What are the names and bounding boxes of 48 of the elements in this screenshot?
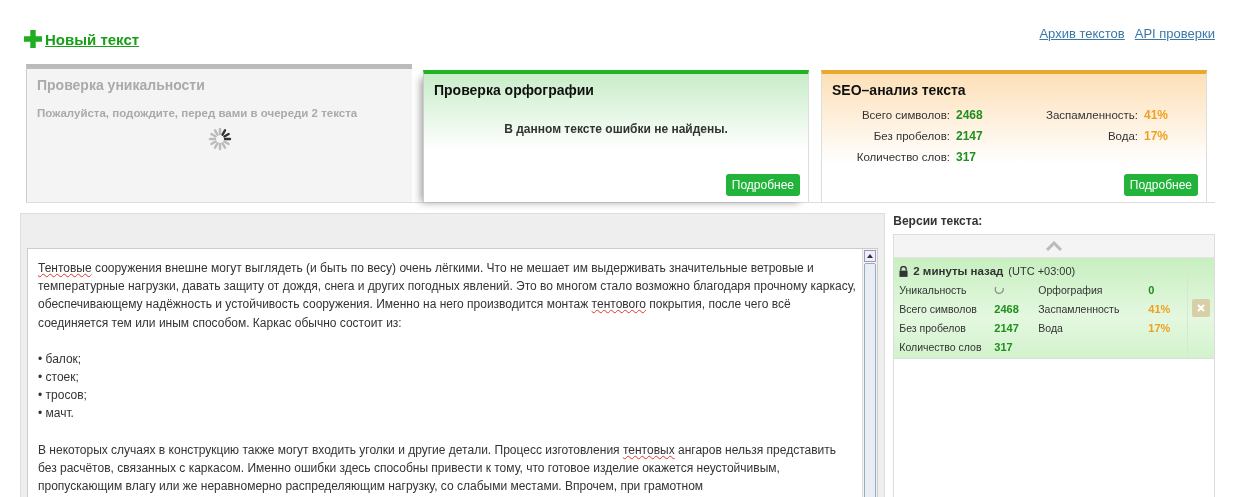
stat-label: Всего символов (899, 302, 978, 315)
stat-value: 2468 (956, 107, 984, 122)
delete-icon[interactable] (1192, 299, 1210, 317)
new-text-link[interactable]: Новый текст (24, 30, 140, 48)
stat-label: Без пробелов (899, 321, 967, 334)
queue-message: Пожалуйста, подождите, перед вами в очереди 2 текста (37, 107, 359, 119)
stat-label: Уникальность (899, 283, 968, 296)
text-paragraph: • стоек; (38, 369, 80, 386)
card-title: Проверка орфографии (434, 82, 595, 98)
stat-label: Вода: (1107, 129, 1138, 142)
stat-value: 2147 (994, 321, 1019, 334)
stat-label: Без пробелов: (872, 129, 950, 142)
stat-label: Вода (1038, 321, 1064, 334)
card-title: Проверка уникальности (37, 77, 206, 93)
text-paragraph: В некоторых случаях в конструкцию также могут входить уголки и другие детали. Процесс изготовления тентовых ангаров нельзя представить без расчётов, связанных с каркасом. Именно ошибки здесь способны привести к тому, что готовое изделие окажется неустойчивым, пропускающим влагу или же неравномерно распределяющим нагрузку, со слабыми местами. Впрочем, при грамотном (38, 441, 838, 496)
plus-icon (24, 30, 42, 48)
stat-label: Количество слов (899, 340, 983, 353)
details-button[interactable]: Подробнее (1123, 174, 1198, 196)
card-title: SEO–анализ текста (832, 82, 967, 98)
stat-value: 41% (1148, 302, 1171, 315)
header-link[interactable]: Архив текстов (1039, 26, 1125, 41)
stat-label: Всего символов: (860, 108, 950, 121)
version-item[interactable]: 2 минуты назад (UTC +03:00) Уникальность Орфография 0 Всего символов 2468 Заспамленность 41% Без пробелов 2147 Вода 17% Количество слов 317 (894, 258, 1214, 359)
stat-value: 41% (1144, 107, 1170, 122)
stat-label: Орфография (1038, 283, 1104, 296)
versions-title: Версии текста: (893, 214, 984, 228)
header-link[interactable]: API проверки (1134, 26, 1215, 41)
stat-value: 17% (1144, 128, 1170, 143)
stat-value: 17% (1148, 321, 1171, 334)
stat-value: 0 (1148, 283, 1155, 296)
loading-spinner-icon (207, 127, 232, 151)
text-paragraph: • балок; (38, 350, 83, 368)
scrollbar[interactable] (862, 249, 878, 497)
stat-value: 317 (994, 340, 1013, 353)
stat-value: 317 (956, 149, 978, 164)
stat-value: 2468 (994, 302, 1019, 315)
stat-label: Количество слов: (855, 150, 950, 163)
text-paragraph: • мачт. (38, 405, 75, 423)
version-time: 2 минуты назад (913, 265, 1004, 277)
version-timezone: (UTC +03:00) (1008, 265, 1076, 277)
stat-label: Заспамленность: (1045, 108, 1138, 121)
details-button[interactable]: Подробнее (725, 174, 800, 196)
text-paragraph: • тросов; (38, 387, 88, 405)
text-paragraph: Тентовые сооружения внешне могут выглядеть (и быть по весу) очень лёгкими. Что не мешает им выдерживать значительные ветровые и температурные нагрузки, давать защиту от дождя, снега и других погодных явлений. Это во многом стало возможно благодаря прочному каркасу, обеспечивающему надёжность и устойчивость сооружения. Именно на него производится монтаж тентового покрытия, после чего всё соединяется тем или иным способом. Каркас обычно состоит из: (38, 260, 857, 332)
stat-value: 2147 (956, 128, 984, 143)
scroll-up-icon[interactable] (864, 250, 877, 262)
spelling-message: В данном тексте ошибки не найдены. (503, 122, 729, 136)
stat-label: Заспамленность (1038, 302, 1121, 315)
